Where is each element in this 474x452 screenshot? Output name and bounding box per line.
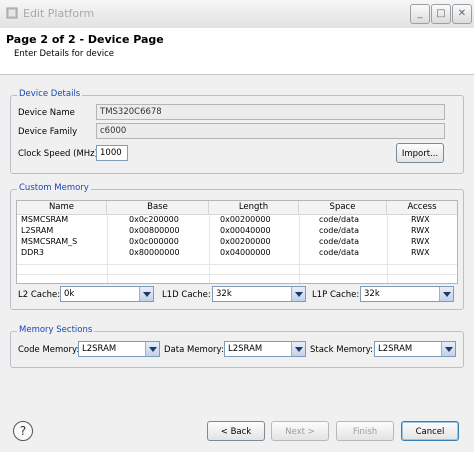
l1p-cache-label: L1P Cache: — [312, 290, 360, 300]
cell-length: 0x00040000 — [220, 226, 271, 235]
custom-memory-table[interactable]: Name Base Length Space Access MSMCSRAM 0… — [16, 200, 458, 284]
clock-speed-input[interactable]: 1000 — [96, 145, 128, 161]
cell-name: L2SRAM — [21, 226, 54, 235]
chevron-down-icon[interactable] — [291, 287, 305, 301]
window-title: Edit Platform — [23, 7, 95, 20]
help-icon[interactable]: ? — [13, 421, 33, 441]
cell-space: code/data — [319, 248, 360, 257]
back-button[interactable]: < Back — [207, 421, 265, 441]
l1d-cache-label: L1D Cache: — [162, 290, 211, 300]
table-row[interactable]: L2SRAM 0x00800000 0x00040000 code/data R… — [17, 226, 457, 236]
maximize-button[interactable]: □ — [431, 4, 451, 24]
chevron-down-icon[interactable] — [441, 342, 455, 356]
next-button[interactable]: Next > — [271, 421, 329, 441]
table-row[interactable]: MSMCSRAM_S 0x0c000000 0x00200000 code/da… — [17, 237, 457, 247]
cell-access: RWX — [411, 248, 430, 257]
column-header-base[interactable]: Base — [107, 201, 209, 214]
data-memory-value: L2SRAM — [228, 344, 263, 354]
window-title-bar[interactable]: Edit Platform _ □ ✕ — [0, 0, 474, 29]
cell-base: 0x0c200000 — [129, 215, 179, 224]
l1p-cache-select[interactable]: 32k — [360, 286, 454, 302]
chevron-down-icon[interactable] — [145, 342, 159, 356]
chevron-down-icon[interactable] — [439, 287, 453, 301]
cell-access: RWX — [411, 226, 430, 235]
stack-memory-label: Stack Memory: — [310, 345, 374, 355]
l1d-cache-value: 32k — [216, 289, 232, 299]
wizard-header: Page 2 of 2 - Device Page Enter Details … — [0, 28, 474, 75]
l1p-cache-value: 32k — [364, 289, 380, 299]
app-icon — [6, 7, 18, 19]
l2-cache-value: 0k — [64, 289, 75, 299]
cell-length: 0x04000000 — [220, 248, 271, 257]
finish-button[interactable]: Finish — [336, 421, 394, 441]
cell-space: code/data — [319, 237, 360, 246]
table-row[interactable]: DDR3 0x80000000 0x04000000 code/data RWX — [17, 248, 457, 258]
table-header: Name Base Length Space Access — [17, 201, 457, 215]
l2-cache-label: L2 Cache: — [18, 290, 61, 300]
device-family-field: c6000 — [96, 123, 445, 139]
device-name-label: Device Name — [18, 108, 75, 118]
cell-access: RWX — [411, 237, 430, 246]
cell-base: 0x00800000 — [129, 226, 180, 235]
page-subtitle: Enter Details for device — [14, 49, 114, 59]
device-family-label: Device Family — [18, 127, 78, 137]
code-memory-value: L2SRAM — [82, 344, 117, 354]
stack-memory-select[interactable]: L2SRAM — [374, 341, 456, 357]
cell-name: DDR3 — [21, 248, 44, 257]
memory-sections-legend: Memory Sections — [17, 325, 95, 335]
chevron-down-icon[interactable] — [291, 342, 305, 356]
data-memory-select[interactable]: L2SRAM — [224, 341, 306, 357]
clock-speed-label: Clock Speed (MHz) — [18, 149, 98, 159]
device-details-legend: Device Details — [17, 89, 83, 99]
page-title: Page 2 of 2 - Device Page — [6, 33, 164, 46]
cell-name: MSMCSRAM — [21, 215, 69, 224]
cell-space: code/data — [319, 226, 360, 235]
l2-cache-select[interactable]: 0k — [60, 286, 154, 302]
custom-memory-legend: Custom Memory — [17, 183, 91, 193]
stack-memory-value: L2SRAM — [378, 344, 413, 354]
column-header-length[interactable]: Length — [209, 201, 299, 214]
code-memory-label: Code Memory: — [18, 345, 80, 355]
cell-access: RWX — [411, 215, 430, 224]
close-button[interactable]: ✕ — [452, 4, 472, 24]
l1d-cache-select[interactable]: 32k — [212, 286, 306, 302]
cell-name: MSMCSRAM_S — [21, 237, 78, 246]
table-row[interactable]: MSMCSRAM 0x0c200000 0x00200000 code/data… — [17, 215, 457, 225]
device-name-field: TMS320C6678 — [96, 104, 445, 120]
minimize-button[interactable]: _ — [410, 4, 430, 24]
chevron-down-icon[interactable] — [139, 287, 153, 301]
cell-length: 0x00200000 — [220, 215, 271, 224]
import-button[interactable]: Import... — [396, 143, 444, 163]
column-header-space[interactable]: Space — [299, 201, 387, 214]
cell-base: 0x80000000 — [129, 248, 180, 257]
cell-length: 0x00200000 — [220, 237, 271, 246]
code-memory-select[interactable]: L2SRAM — [78, 341, 160, 357]
cell-base: 0x0c000000 — [129, 237, 179, 246]
column-header-name[interactable]: Name — [17, 201, 107, 214]
column-header-access[interactable]: Access — [387, 201, 457, 214]
cancel-button[interactable]: Cancel — [401, 421, 459, 441]
cell-space: code/data — [319, 215, 360, 224]
data-memory-label: Data Memory: — [164, 345, 224, 355]
